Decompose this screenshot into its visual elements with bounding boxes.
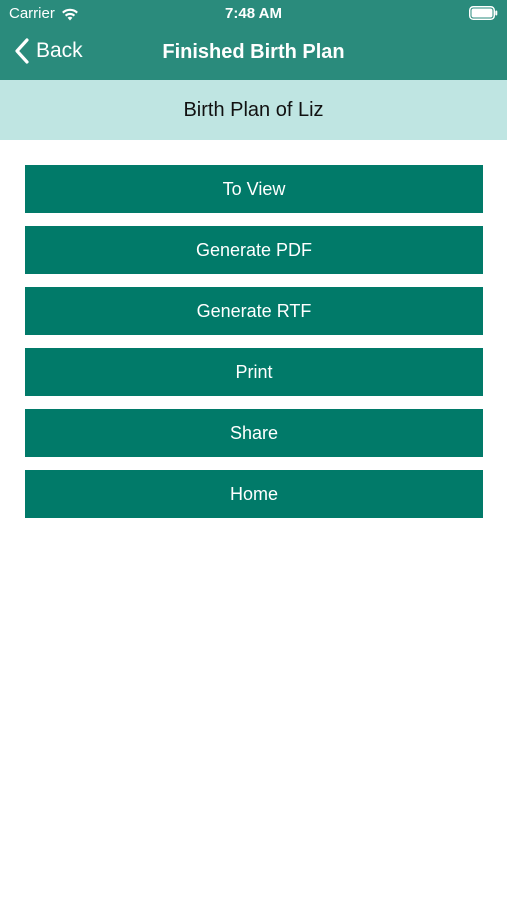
page-title: Finished Birth Plan: [162, 41, 345, 63]
action-list: To View Generate PDF Generate RTF Print …: [25, 165, 483, 531]
top-bar: Carrier 7:48 AM Back Finished Birth Plan: [0, 0, 507, 80]
home-button[interactable]: Home: [25, 470, 483, 518]
battery-icon: [469, 6, 498, 20]
generate-rtf-button[interactable]: Generate RTF: [25, 287, 483, 335]
share-button[interactable]: Share: [25, 409, 483, 457]
status-bar: Carrier 7:48 AM: [0, 0, 507, 28]
generate-pdf-button[interactable]: Generate PDF: [25, 226, 483, 274]
print-button[interactable]: Print: [25, 348, 483, 396]
plan-header: Birth Plan of Liz: [0, 80, 507, 140]
navigation-bar: Back Finished Birth Plan: [0, 28, 507, 80]
to-view-button[interactable]: To View: [25, 165, 483, 213]
status-time: 7:48 AM: [225, 5, 282, 22]
screen: Carrier 7:48 AM Back Finished Birth Plan…: [0, 0, 507, 900]
plan-title: Birth Plan of Liz: [183, 98, 324, 121]
